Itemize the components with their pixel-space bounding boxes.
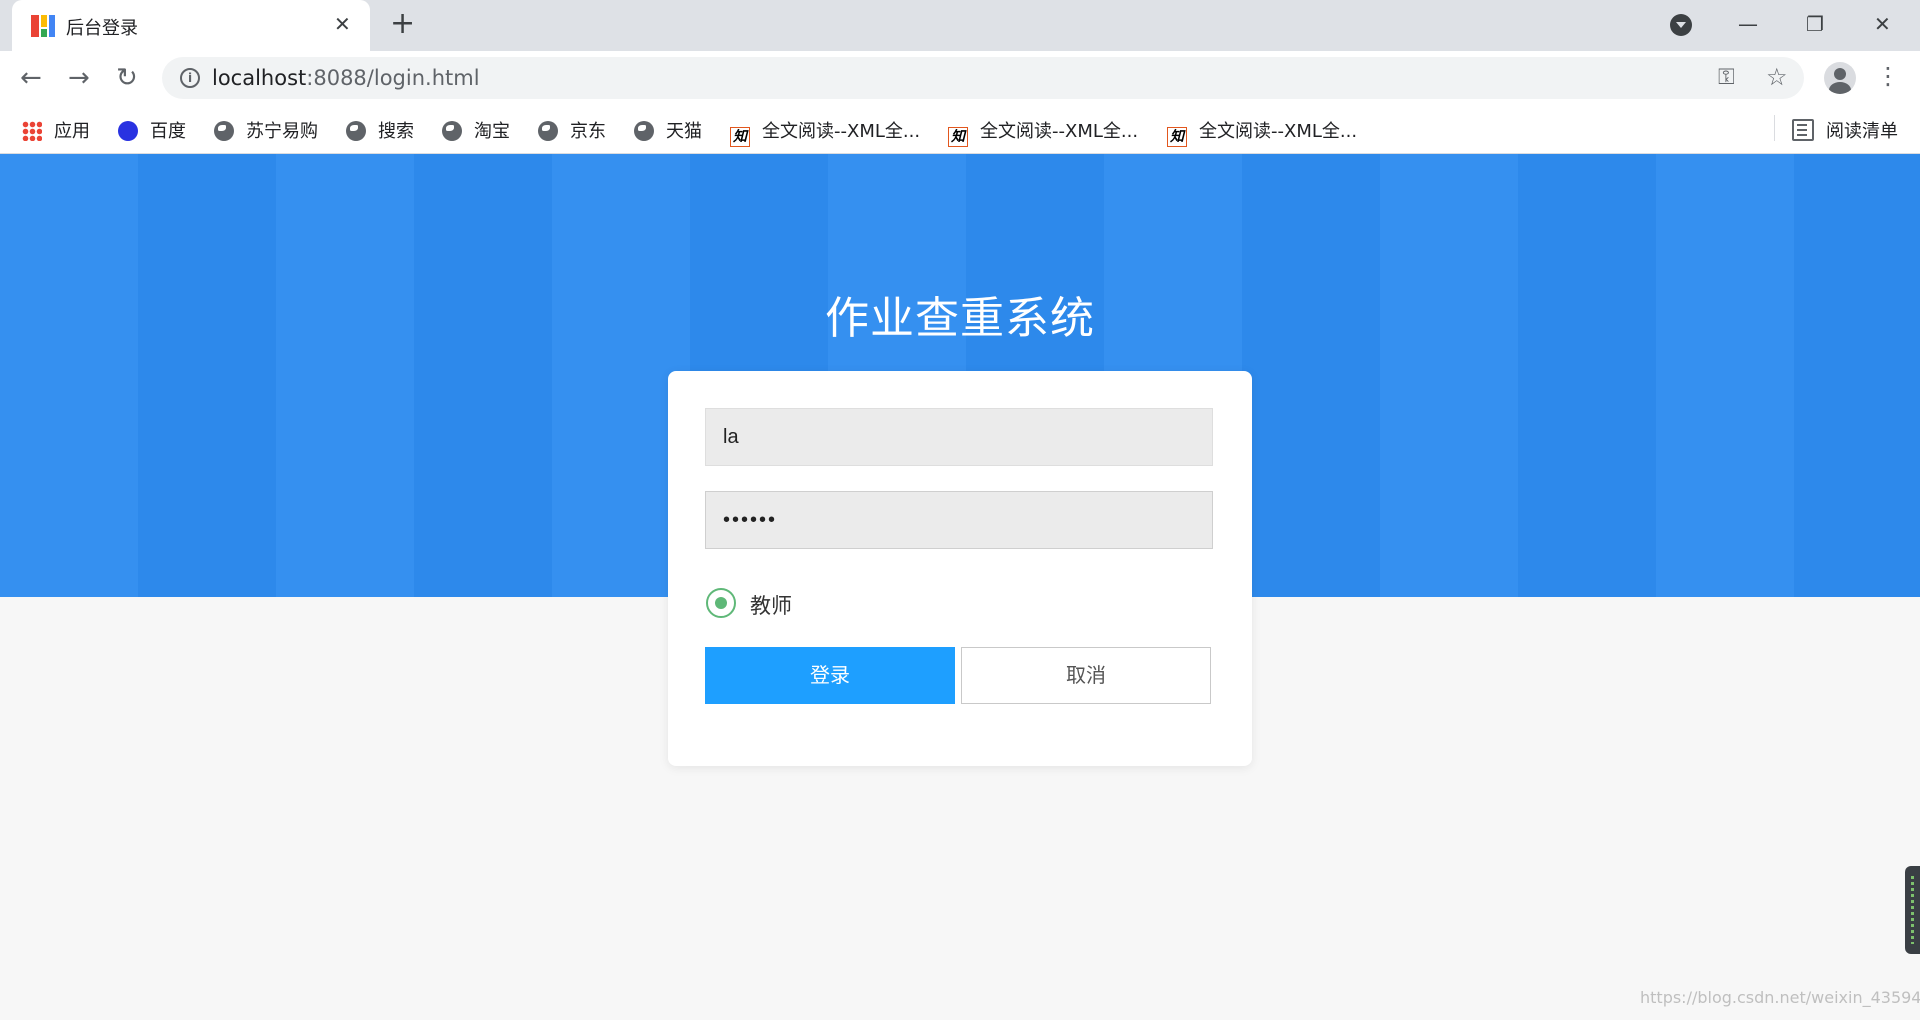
- minimize-button[interactable]: —: [1738, 12, 1758, 36]
- new-tab-button[interactable]: +: [390, 8, 415, 40]
- page-content: 作业查重系统 la •••••• 教师 登录 取消 https://blog.c…: [0, 154, 1920, 1020]
- password-input[interactable]: ••••••: [705, 491, 1213, 549]
- profile-avatar[interactable]: [1824, 62, 1856, 94]
- bookmark-suning[interactable]: 苏宁易购: [214, 117, 318, 142]
- bookmarks-bar: 应用 百度 苏宁易购 搜索 淘宝 京东 天猫 知全文阅读--XML全... 知全…: [0, 105, 1920, 154]
- url-text[interactable]: localhost:8088/login.html: [212, 66, 480, 90]
- tab-strip: 后台登录 ✕ + — ❐ ✕: [0, 0, 1920, 51]
- star-icon[interactable]: ☆: [1766, 63, 1788, 91]
- browser-tab-active[interactable]: 后台登录 ✕: [12, 0, 370, 51]
- site-favicon-icon: [31, 15, 55, 37]
- role-label: 教师: [750, 594, 792, 618]
- zhi-icon: 知: [948, 127, 968, 147]
- side-widget-handle[interactable]: [1905, 866, 1920, 954]
- reading-list-icon: [1792, 119, 1814, 141]
- key-icon[interactable]: ⚿: [1718, 65, 1735, 90]
- tab-title: 后台登录: [66, 18, 138, 39]
- restore-button[interactable]: ❐: [1806, 12, 1824, 36]
- reload-icon[interactable]: ↻: [116, 63, 138, 93]
- bookmark-search[interactable]: 搜索: [346, 117, 414, 142]
- radio-checked-icon[interactable]: [706, 588, 736, 618]
- bookmark-taobao[interactable]: 淘宝: [442, 117, 510, 142]
- globe-icon: [538, 121, 558, 141]
- watermark-text: https://blog.csdn.net/weixin_43594753: [1640, 988, 1920, 1007]
- address-bar[interactable]: i localhost:8088/login.html ⚿ ☆: [162, 57, 1804, 99]
- bookmarks-divider: [1774, 115, 1775, 141]
- bookmark-apps[interactable]: 应用: [22, 117, 90, 142]
- baidu-paw-icon: [118, 121, 138, 141]
- bookmark-cnki-2[interactable]: 知全文阅读--XML全...: [948, 117, 1138, 147]
- zhi-icon: 知: [730, 127, 750, 147]
- globe-icon: [634, 121, 654, 141]
- globe-icon: [346, 121, 366, 141]
- bookmark-cnki-1[interactable]: 知全文阅读--XML全...: [730, 117, 920, 147]
- more-vert-icon[interactable]: ⋮: [1876, 61, 1900, 91]
- page-title: 作业查重系统: [825, 293, 1095, 344]
- forward-arrow-icon[interactable]: →: [68, 63, 90, 93]
- bookmark-baidu[interactable]: 百度: [118, 117, 186, 142]
- login-button[interactable]: 登录: [705, 647, 955, 704]
- tab-close-icon[interactable]: ✕: [334, 12, 351, 36]
- reading-list-button[interactable]: 阅读清单: [1792, 117, 1898, 142]
- info-icon[interactable]: i: [180, 68, 200, 88]
- apps-grid-icon: [22, 121, 42, 141]
- cancel-button[interactable]: 取消: [961, 647, 1211, 704]
- username-input[interactable]: la: [705, 408, 1213, 466]
- login-card: la •••••• 教师 登录 取消: [668, 371, 1252, 766]
- globe-icon: [214, 121, 234, 141]
- zhi-icon: 知: [1167, 127, 1187, 147]
- close-window-button[interactable]: ✕: [1874, 12, 1891, 36]
- bookmark-jd[interactable]: 京东: [538, 117, 606, 142]
- bookmark-tmall[interactable]: 天猫: [634, 117, 702, 142]
- globe-icon: [442, 121, 462, 141]
- bookmark-cnki-3[interactable]: 知全文阅读--XML全...: [1167, 117, 1357, 147]
- browser-toolbar: ← → ↻ i localhost:8088/login.html ⚿ ☆ ⋮: [0, 51, 1920, 105]
- tab-search-icon[interactable]: [1670, 14, 1692, 36]
- back-arrow-icon[interactable]: ←: [20, 63, 42, 93]
